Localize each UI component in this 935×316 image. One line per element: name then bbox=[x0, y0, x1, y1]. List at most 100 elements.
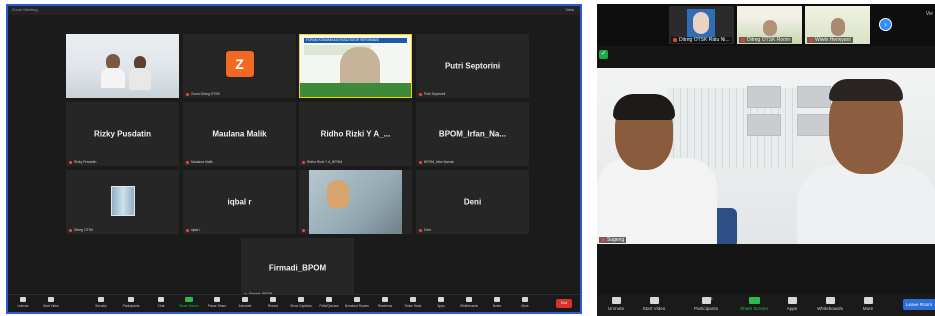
thumbnail-ditreg-room[interactable]: Ditreg OTSK Room bbox=[737, 6, 802, 44]
reactions-button[interactable]: Reactions bbox=[372, 297, 398, 308]
start-video-button[interactable]: Start Video bbox=[38, 297, 64, 308]
muted-mic-icon bbox=[186, 160, 189, 164]
camera-icon bbox=[649, 297, 659, 304]
microphone-icon bbox=[611, 297, 621, 304]
slide-title: FORUM KOMUNIKASI FASILITATOR REFORMASI bbox=[304, 38, 407, 43]
whiteboard-icon bbox=[466, 297, 472, 302]
muted-mic-icon bbox=[69, 228, 72, 232]
participant-tile-ditreg-image[interactable]: Ditreg OTSK bbox=[66, 170, 179, 234]
meeting-toolbar: Unmute Start Video 5 Participants Share … bbox=[597, 294, 935, 316]
participant-caption: Zoom Ditreg OTSK bbox=[186, 92, 220, 96]
participant-tile-putri[interactable]: Putri Septorini Putri Septorini bbox=[416, 34, 529, 98]
polls-button[interactable]: Polls/Quizzes bbox=[316, 297, 342, 308]
muted-mic-icon bbox=[809, 37, 813, 42]
person-body bbox=[101, 68, 125, 88]
unmute-button[interactable]: Unmute bbox=[10, 297, 36, 308]
muted-mic-icon bbox=[673, 37, 677, 42]
muted-mic-icon bbox=[302, 228, 305, 232]
share-screen-icon bbox=[185, 297, 193, 302]
speaker-meeting-window: Ditreg OTSK Ratu Ni... Ditreg OTSK Room … bbox=[597, 4, 935, 316]
share-screen-button[interactable]: Share Screen bbox=[737, 297, 771, 311]
muted-mic-icon bbox=[186, 228, 189, 232]
next-page-button[interactable]: › bbox=[879, 18, 892, 31]
participant-tile-deni[interactable]: Deni Deni bbox=[416, 170, 529, 234]
title-bar: Zoom Meeting View bbox=[8, 6, 580, 15]
person-body bbox=[129, 68, 151, 90]
participant-tile-firmadi[interactable]: Firmadi_BPOM Firmadi_BPOM bbox=[241, 238, 354, 298]
muted-mic-icon bbox=[69, 160, 72, 164]
show-captions-button[interactable]: Show Captions bbox=[288, 297, 314, 308]
participant-name: Ridho Rizki Y A_... bbox=[320, 129, 391, 139]
apps-icon bbox=[438, 297, 444, 302]
participant-caption: BPOM_Irfan Nanda bbox=[419, 160, 454, 164]
notes-button[interactable]: Notes bbox=[484, 297, 510, 308]
start-video-button[interactable]: Start Video bbox=[637, 297, 671, 311]
poll-icon bbox=[326, 297, 332, 302]
participant-tile-irfan[interactable]: BPOM_Irfan_Na... BPOM_Irfan Nanda bbox=[416, 102, 529, 166]
muted-mic-icon bbox=[601, 237, 605, 242]
raise-hand-button[interactable]: Raise Hand bbox=[400, 297, 426, 308]
end-meeting-button[interactable]: End bbox=[556, 299, 572, 308]
pen-icon bbox=[242, 297, 248, 302]
muted-mic-icon bbox=[419, 92, 422, 96]
participants-button[interactable]: Participants bbox=[118, 297, 144, 308]
shared-slide: FORUM KOMUNIKASI FASILITATOR REFORMASI bbox=[300, 35, 411, 97]
unmute-button[interactable]: Unmute bbox=[599, 297, 633, 311]
notes-icon bbox=[494, 297, 500, 302]
thumbnail-caption: Ditreg OTSK Ratu Ni... bbox=[671, 37, 732, 43]
participant-name: Putri Septorini bbox=[444, 61, 501, 71]
record-icon bbox=[270, 297, 276, 302]
more-button[interactable]: More bbox=[851, 297, 885, 311]
participant-name: Firmadi_BPOM bbox=[268, 263, 327, 273]
breakout-rooms-button[interactable]: Breakout Rooms bbox=[344, 297, 370, 308]
leave-room-button[interactable]: Leave Room bbox=[903, 299, 935, 310]
thumbnail-ratu[interactable]: Ditreg OTSK Ratu Ni... bbox=[669, 6, 734, 44]
security-button[interactable]: Security bbox=[88, 297, 114, 308]
chat-button[interactable]: Chat bbox=[148, 297, 174, 308]
active-speaker-video[interactable]: Sugeng bbox=[597, 68, 935, 244]
profile-picture bbox=[693, 12, 709, 34]
shield-icon[interactable]: ✓ bbox=[599, 50, 608, 59]
meeting-toolbar: Unmute Start Video Security Participants… bbox=[8, 294, 580, 312]
participant-caption: Ridho Rizki Y A_BPOM bbox=[302, 160, 342, 164]
share-screen-icon bbox=[748, 297, 760, 304]
profile-picture bbox=[110, 186, 135, 216]
participant-tile-selfie[interactable]: ... bbox=[299, 170, 412, 234]
participants-button[interactable]: 5 Participants bbox=[689, 296, 723, 311]
muted-mic-icon bbox=[419, 228, 422, 232]
participant-caption: ... bbox=[302, 228, 310, 232]
apps-button[interactable]: Apps bbox=[428, 297, 454, 308]
view-button[interactable]: Vie bbox=[926, 11, 933, 17]
participant-caption: iqbal r bbox=[186, 228, 200, 232]
more-icon bbox=[863, 297, 873, 304]
window-title: Zoom Meeting bbox=[12, 7, 38, 12]
share-screen-button[interactable]: Share Screen bbox=[176, 297, 202, 308]
record-button[interactable]: Record bbox=[260, 297, 286, 308]
participant-tile-shared-slide[interactable]: FORUM KOMUNIKASI FASILITATOR REFORMASI bbox=[299, 34, 412, 98]
participant-tile-iqbal[interactable]: iqbal r iqbal r bbox=[183, 170, 296, 234]
apps-icon bbox=[787, 297, 797, 304]
pause-share-button[interactable]: Pause Share bbox=[204, 297, 230, 308]
participant-tile-rizky[interactable]: Rizky Pusdatin Rizky Pusdatin bbox=[66, 102, 179, 166]
view-button[interactable]: View bbox=[565, 7, 574, 12]
shield-icon bbox=[98, 297, 104, 302]
muted-mic-icon bbox=[419, 160, 422, 164]
speaker-name-label: Sugeng bbox=[599, 237, 627, 243]
participant-tile-maulana[interactable]: Maulana Malik Maulana Malik bbox=[183, 102, 296, 166]
muted-mic-icon bbox=[741, 37, 745, 42]
more-button[interactable]: More bbox=[512, 297, 538, 308]
annotate-button[interactable]: Annotate bbox=[232, 297, 258, 308]
muted-mic-icon bbox=[186, 92, 189, 96]
participant-caption: Putri Septorini bbox=[419, 92, 445, 96]
participant-tile-zoom-ditreg[interactable]: Z Zoom Ditreg OTSK bbox=[183, 34, 296, 98]
participant-tile-video[interactable] bbox=[66, 34, 179, 98]
apps-button[interactable]: Apps bbox=[775, 297, 809, 311]
participant-tile-ridho[interactable]: Ridho Rizki Y A_... Ridho Rizki Y A_BPOM bbox=[299, 102, 412, 166]
thumbnail-caption: Wiwin Herwyani bbox=[807, 37, 853, 43]
thumbnail-wiwin[interactable]: Wiwin Herwyani bbox=[805, 6, 870, 44]
whiteboards-button[interactable]: Whiteboards bbox=[456, 297, 482, 308]
whiteboards-button[interactable]: Whiteboards bbox=[813, 297, 847, 311]
participant-name: Maulana Malik bbox=[212, 129, 267, 139]
participant-caption: Maulana Malik bbox=[186, 160, 213, 164]
gallery-meeting-window: Zoom Meeting View Z Zoom Ditreg OTSK FOR… bbox=[6, 4, 582, 314]
